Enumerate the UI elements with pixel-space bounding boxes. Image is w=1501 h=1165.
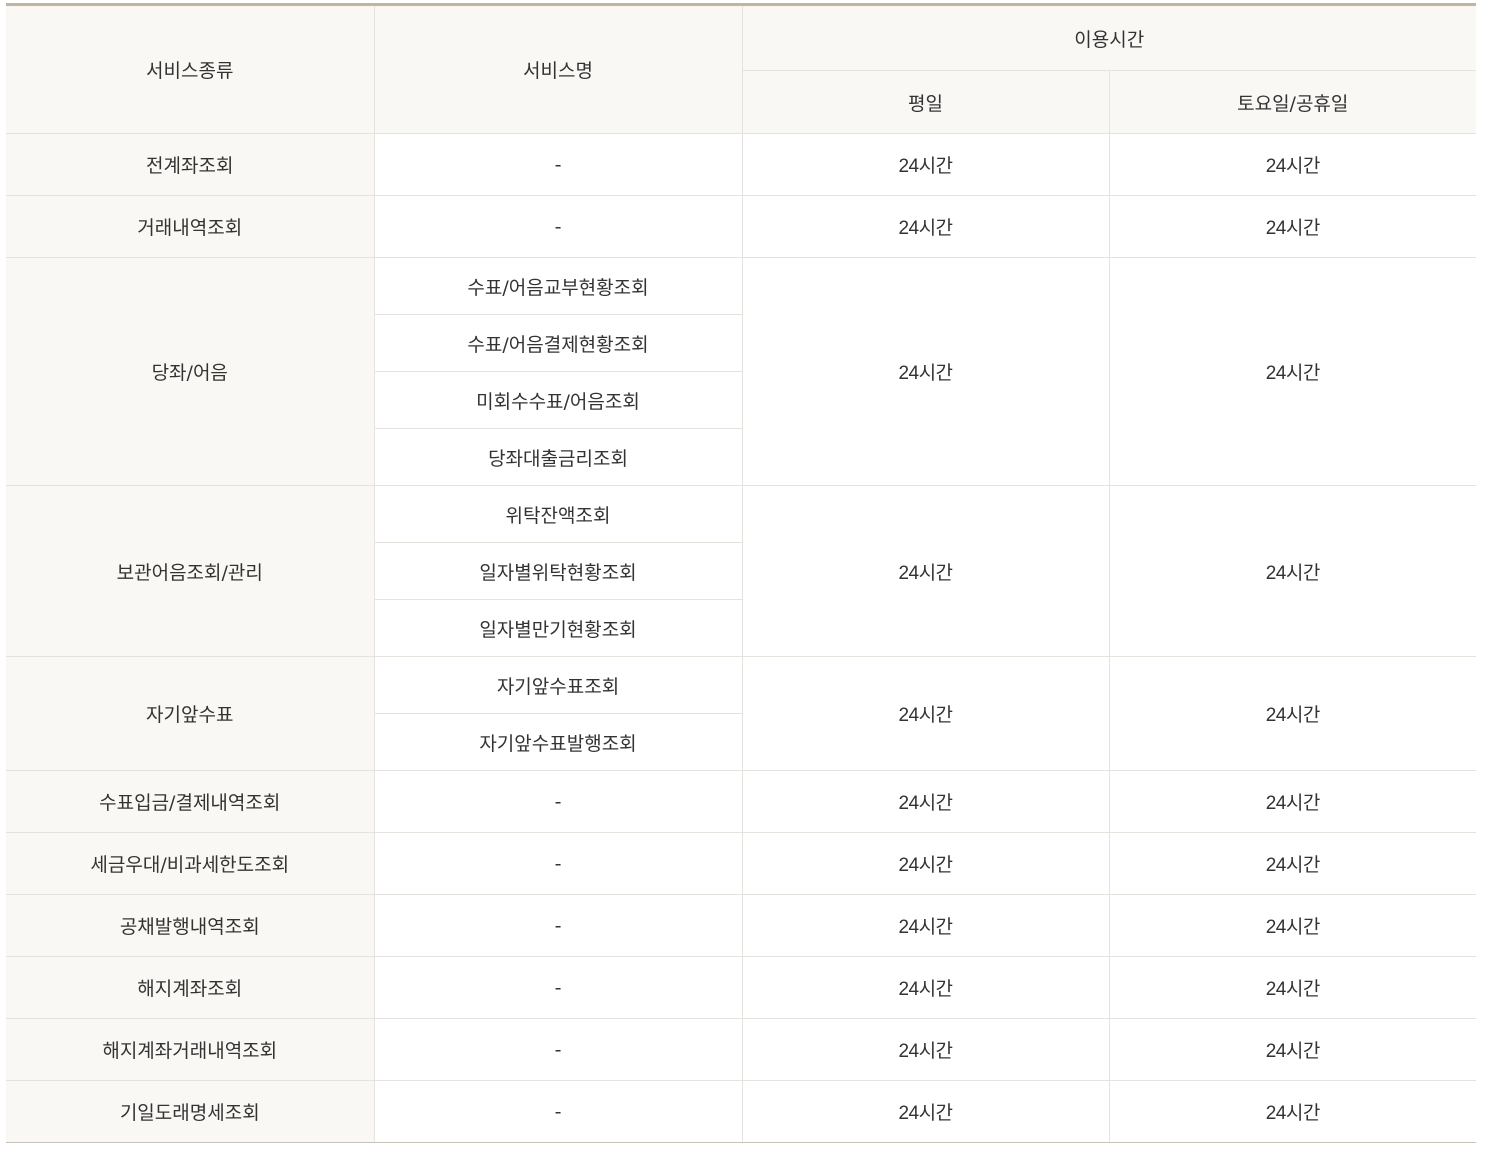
header-service-type: 서비스종류 [6,3,374,134]
weekday-hours-cell: 24시간 [741,656,1109,771]
service-hours-table-container: 서비스종류 서비스명 이용시간 평일 토요일/공휴일 전계좌조회 -24시간 24시… [6,3,1477,1143]
table-row: 해지계좌거래내역조회 -24시간 24시간 [6,1018,1477,1081]
table-row: 당좌/어음 수표/어음교부현황조회 24시간 24시간 [6,257,1477,486]
service-category-cell: 해지계좌거래내역조회 [6,1018,374,1081]
service-name-cell: 수표/어음교부현황조회 [373,257,742,315]
weekend-hours-cell: 24시간 [1108,257,1477,486]
service-category-cell: 자기앞수표 [6,656,374,771]
header-weekday: 평일 [741,70,1109,134]
table-row: 자기앞수표 자기앞수표조회 24시간 24시간 [6,656,1477,771]
weekend-hours-cell: 24시간 [1108,1018,1477,1081]
table-body: 전계좌조회 -24시간 24시간 거래내역조회 -24시간 24시간 당좌/어음 수표/어음교… [6,133,1477,1143]
table-header: 서비스종류 서비스명 이용시간 평일 토요일/공휴일 [6,3,1477,134]
header-service-name: 서비스명 [373,3,742,134]
service-name-cell: 수표/어음결제현황조회 [373,314,742,372]
service-name-cell: 일자별위탁현황조회 [373,542,742,600]
service-name-cell: 자기앞수표조회 [373,656,742,714]
service-category-cell: 거래내역조회 [6,195,374,258]
service-category-cell: 기일도래명세조회 [6,1080,374,1143]
service-category-cell: 세금우대/비과세한도조회 [6,832,374,895]
service-name-cell: - [373,894,742,957]
service-name-cell: 당좌대출금리조회 [373,428,742,486]
weekend-hours-cell: 24시간 [1108,894,1477,957]
weekday-hours-cell: 24시간 [741,770,1109,833]
table-row: 수표입금/결제내역조회 -24시간 24시간 [6,770,1477,833]
header-weekend: 토요일/공휴일 [1108,70,1477,134]
service-name-cell: - [373,133,742,196]
weekday-hours-cell: 24시간 [741,257,1109,486]
weekday-hours-cell: 24시간 [741,832,1109,895]
header-usage-time: 이용시간 [741,3,1477,71]
table-row: 공채발행내역조회 -24시간 24시간 [6,894,1477,957]
service-name-cell: 위탁잔액조회 [373,485,742,543]
weekday-hours-cell: 24시간 [741,1080,1109,1143]
table-row: 기일도래명세조회 -24시간 24시간 [6,1080,1477,1143]
weekend-hours-cell: 24시간 [1108,656,1477,771]
service-name-cell: - [373,956,742,1019]
service-category-cell: 전계좌조회 [6,133,374,196]
service-hours-table: 서비스종류 서비스명 이용시간 평일 토요일/공휴일 전계좌조회 -24시간 24시… [6,3,1477,1143]
table-row: 전계좌조회 -24시간 24시간 [6,133,1477,196]
service-name-cell: 일자별만기현황조회 [373,599,742,657]
service-category-cell: 해지계좌조회 [6,956,374,1019]
table-row: 거래내역조회 -24시간 24시간 [6,195,1477,258]
service-category-cell: 공채발행내역조회 [6,894,374,957]
weekend-hours-cell: 24시간 [1108,1080,1477,1143]
weekend-hours-cell: 24시간 [1108,770,1477,833]
service-name-cell: - [373,770,742,833]
table-row: 보관어음조회/관리 위탁잔액조회 24시간 24시간 [6,485,1477,657]
table-row: 세금우대/비과세한도조회 -24시간 24시간 [6,832,1477,895]
service-category-cell: 보관어음조회/관리 [6,485,374,657]
weekend-hours-cell: 24시간 [1108,133,1477,196]
weekend-hours-cell: 24시간 [1108,832,1477,895]
weekday-hours-cell: 24시간 [741,485,1109,657]
weekday-hours-cell: 24시간 [741,894,1109,957]
service-name-cell: 미회수수표/어음조회 [373,371,742,429]
weekday-hours-cell: 24시간 [741,956,1109,1019]
service-name-cell: 자기앞수표발행조회 [373,713,742,771]
weekday-hours-cell: 24시간 [741,133,1109,196]
weekend-hours-cell: 24시간 [1108,956,1477,1019]
weekday-hours-cell: 24시간 [741,195,1109,258]
service-name-cell: - [373,1080,742,1143]
service-name-cell: - [373,832,742,895]
service-category-cell: 수표입금/결제내역조회 [6,770,374,833]
service-name-cell: - [373,1018,742,1081]
service-name-cell: - [373,195,742,258]
service-category-cell: 당좌/어음 [6,257,374,486]
weekend-hours-cell: 24시간 [1108,485,1477,657]
weekday-hours-cell: 24시간 [741,1018,1109,1081]
weekend-hours-cell: 24시간 [1108,195,1477,258]
table-row: 해지계좌조회 -24시간 24시간 [6,956,1477,1019]
